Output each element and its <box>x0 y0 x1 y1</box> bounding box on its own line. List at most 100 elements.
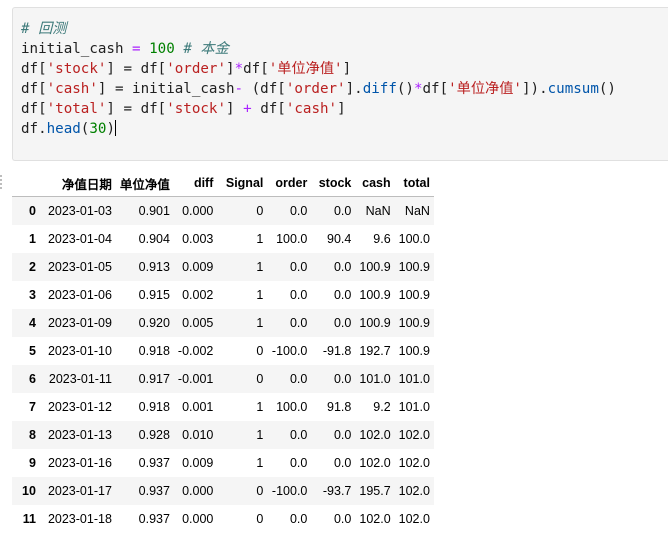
row-index: 6 <box>12 365 42 393</box>
table-cell: 0.000 <box>174 477 217 505</box>
table-row: 22023-01-050.9130.00910.00.0100.9100.9 <box>12 253 434 281</box>
code-token: ) <box>106 121 115 137</box>
code-token: df[ <box>243 61 269 77</box>
table-cell: 102.0 <box>355 505 394 533</box>
table-cell: -93.7 <box>311 477 355 505</box>
table-cell: 195.7 <box>355 477 394 505</box>
table-cell: 2023-01-09 <box>42 309 116 337</box>
table-cell: -100.0 <box>267 477 311 505</box>
code-token: () <box>599 81 616 97</box>
table-cell: 100.9 <box>355 253 394 281</box>
table-cell: 100.0 <box>395 225 434 253</box>
table-cell: -100.0 <box>267 337 311 365</box>
table-cell: 0.0 <box>311 253 355 281</box>
column-header: 单位净值 <box>116 170 174 197</box>
table-cell: 0.0 <box>311 421 355 449</box>
code-token: df[ <box>423 81 449 97</box>
code-line-3: df['stock'] = df['order']*df['单位净值'] <box>21 59 616 79</box>
table-cell: 0.0 <box>311 449 355 477</box>
table-cell: 1 <box>217 449 267 477</box>
table-cell: 1 <box>217 309 267 337</box>
table-cell: 0.917 <box>116 365 174 393</box>
table-cell: 100.0 <box>267 393 311 421</box>
code-token: head <box>47 121 81 137</box>
table-cell: 100.9 <box>395 281 434 309</box>
column-header: cash <box>355 170 394 197</box>
table-cell: 0.000 <box>174 505 217 533</box>
table-cell: 102.0 <box>395 421 434 449</box>
row-index: 3 <box>12 281 42 309</box>
code-token: df[ <box>21 101 47 117</box>
row-index: 7 <box>12 393 42 421</box>
table-cell: 0 <box>217 505 267 533</box>
row-index: 5 <box>12 337 42 365</box>
table-row: 92023-01-160.9370.00910.00.0102.0102.0 <box>12 449 434 477</box>
table-cell: 2023-01-06 <box>42 281 116 309</box>
table-header: 净值日期单位净值diffSignalorderstockcashtotal <box>12 170 434 197</box>
table-cell: 101.0 <box>395 365 434 393</box>
table-cell: 100.9 <box>395 309 434 337</box>
code-line-5: df['total'] = df['stock'] + df['cash'] <box>21 99 616 119</box>
table-row: 112023-01-180.9370.00000.00.0102.0102.0 <box>12 505 434 533</box>
code-token: ] <box>337 101 346 117</box>
code-token: 'order' <box>286 81 346 97</box>
code-token: ]). <box>522 81 548 97</box>
table-cell: 0.928 <box>116 421 174 449</box>
table-cell: 0.009 <box>174 449 217 477</box>
table-cell: 100.9 <box>395 337 434 365</box>
table-cell: 2023-01-12 <box>42 393 116 421</box>
table-cell: 1 <box>217 281 267 309</box>
code-token: * <box>235 61 244 77</box>
row-index: 9 <box>12 449 42 477</box>
code-token: + <box>243 101 252 117</box>
table-cell: 0.0 <box>311 365 355 393</box>
code-token: 'cash' <box>47 81 98 97</box>
table-cell: 0.913 <box>116 253 174 281</box>
code-editor[interactable]: # 回测 initial_cash = 100 # 本金df['stock'] =… <box>21 19 616 139</box>
code-token: ] = df[ <box>106 61 166 77</box>
table-cell: 0.0 <box>311 505 355 533</box>
table-cell: -0.002 <box>174 337 217 365</box>
row-index: 4 <box>12 309 42 337</box>
table-cell: 0.918 <box>116 337 174 365</box>
code-token: ] <box>226 101 243 117</box>
code-token: = <box>132 41 141 57</box>
table-cell: -91.8 <box>311 337 355 365</box>
dataframe-output: 净值日期单位净值diffSignalorderstockcashtotal 0 2… <box>12 170 434 533</box>
table-cell: 0.0 <box>267 197 311 226</box>
table-cell: 0.915 <box>116 281 174 309</box>
comment: # 本金 <box>183 41 228 57</box>
code-token: () <box>397 81 414 97</box>
table-cell: 1 <box>217 225 267 253</box>
table-cell: 1 <box>217 253 267 281</box>
comment: # 回测 <box>21 21 66 37</box>
output-collapse-handle[interactable] <box>0 175 6 189</box>
table-cell: 0.001 <box>174 393 217 421</box>
row-index: 8 <box>12 421 42 449</box>
table-cell: 2023-01-17 <box>42 477 116 505</box>
column-header: diff <box>174 170 217 197</box>
table-cell: 0.0 <box>311 281 355 309</box>
code-token: df. <box>21 121 47 137</box>
table-cell: 0.0 <box>267 365 311 393</box>
table-cell: 0.000 <box>174 197 217 226</box>
code-line-2: initial_cash = 100 # 本金 <box>21 39 616 59</box>
table-cell: NaN <box>355 197 394 226</box>
table-cell: 2023-01-05 <box>42 253 116 281</box>
table-cell: 102.0 <box>355 449 394 477</box>
table-cell: 0.901 <box>116 197 174 226</box>
table-cell: 9.6 <box>355 225 394 253</box>
row-index: 10 <box>12 477 42 505</box>
table-row: 82023-01-130.9280.01010.00.0102.0102.0 <box>12 421 434 449</box>
code-token: '单位净值' <box>448 81 522 97</box>
table-cell: 0.002 <box>174 281 217 309</box>
table-cell: 101.0 <box>395 393 434 421</box>
table-cell: 9.2 <box>355 393 394 421</box>
table-row: 62023-01-110.917-0.00100.00.0101.0101.0 <box>12 365 434 393</box>
table-cell: 0.937 <box>116 449 174 477</box>
table-cell: 0.0 <box>267 281 311 309</box>
table-cell: 2023-01-10 <box>42 337 116 365</box>
code-token: (df[ <box>243 81 286 97</box>
code-token: ] <box>226 61 235 77</box>
table-cell: 0.010 <box>174 421 217 449</box>
